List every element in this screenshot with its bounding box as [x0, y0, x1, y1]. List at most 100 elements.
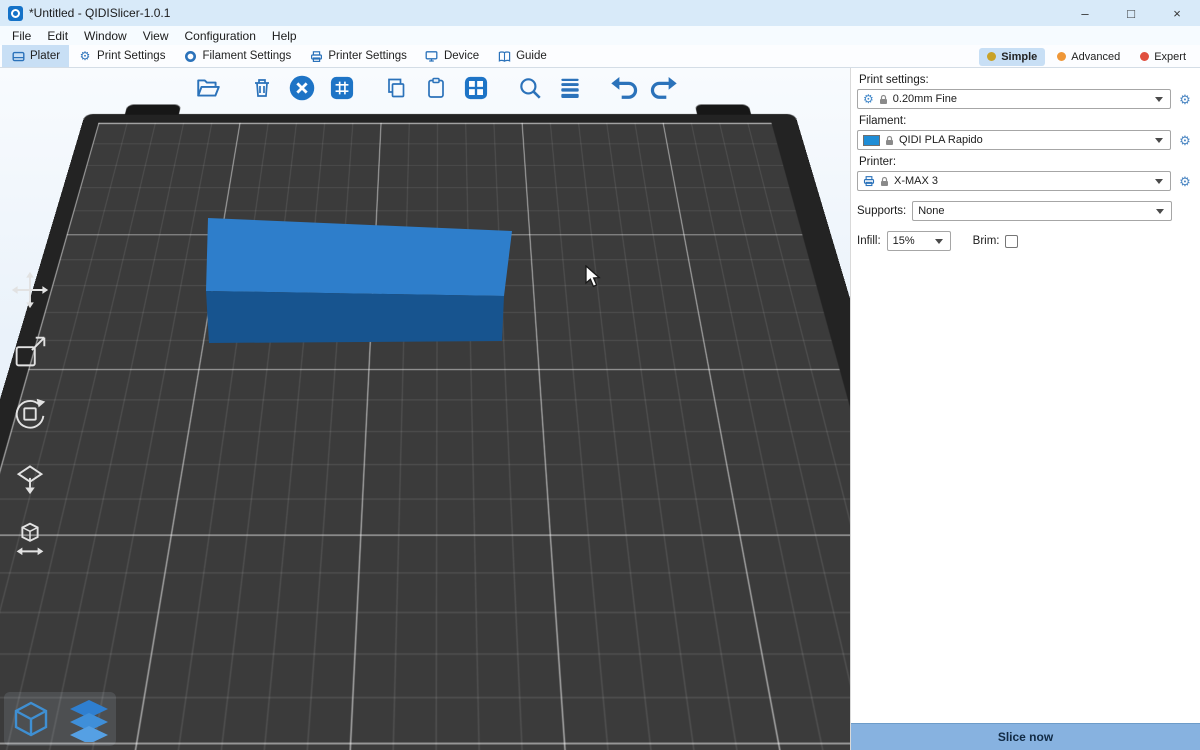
infill-combo[interactable]: 15%: [887, 231, 951, 251]
copy-icon: [384, 76, 408, 100]
maximize-button[interactable]: □: [1108, 0, 1154, 26]
open-project-button[interactable]: [192, 72, 224, 104]
undo-button[interactable]: [608, 72, 640, 104]
paste-icon: [424, 76, 448, 100]
infill-label: Infill:: [857, 235, 881, 247]
minimize-button[interactable]: –: [1062, 0, 1108, 26]
mouse-cursor: [584, 265, 602, 296]
view-toolbar: [4, 692, 116, 746]
tab-plater[interactable]: Plater: [2, 45, 69, 67]
redo-button[interactable]: [648, 72, 680, 104]
print-settings-edit-button[interactable]: ⚙: [1176, 93, 1194, 106]
trash-icon: [250, 76, 274, 100]
model-object[interactable]: [206, 291, 504, 343]
tab-label: Filament Settings: [202, 50, 291, 62]
tab-print-settings[interactable]: ⚙ Print Settings: [69, 45, 174, 67]
menu-help[interactable]: Help: [264, 26, 305, 45]
menu-configuration[interactable]: Configuration: [177, 26, 264, 45]
3d-editor-view-button[interactable]: [6, 694, 56, 744]
supports-label: Supports:: [857, 205, 906, 217]
close-button[interactable]: ×: [1154, 0, 1200, 26]
gizmo-toolbar: [6, 266, 54, 562]
menu-window[interactable]: Window: [76, 26, 135, 45]
mode-label: Simple: [1001, 51, 1037, 63]
mode-advanced[interactable]: Advanced: [1049, 48, 1128, 66]
menu-bar: File Edit Window View Configuration Help: [0, 26, 1200, 45]
print-settings-row: ⚙ 0.20mm Fine ⚙: [857, 89, 1194, 109]
move-icon: [9, 269, 51, 311]
copy-button[interactable]: [380, 72, 412, 104]
printer-edit-button[interactable]: ⚙: [1176, 175, 1194, 188]
brim-label: Brim:: [973, 235, 1000, 247]
paste-button[interactable]: [420, 72, 452, 104]
redo-icon: [649, 73, 679, 103]
arrange-button[interactable]: [326, 72, 358, 104]
brim-group: Brim:: [973, 235, 1018, 248]
mode-label: Expert: [1154, 51, 1186, 63]
place-on-face-icon: [9, 455, 51, 497]
move-button[interactable]: [6, 266, 54, 314]
app-window: *Untitled - QIDISlicer-1.0.1 – □ × File …: [0, 0, 1200, 750]
slice-now-button[interactable]: Slice now: [851, 723, 1200, 750]
main-area: Print settings: ⚙ 0.20mm Fine ⚙ Filament…: [0, 68, 1200, 750]
chevron-down-icon: [935, 239, 943, 244]
layer-height-icon: [557, 75, 583, 101]
tab-filament-settings[interactable]: Filament Settings: [174, 45, 300, 67]
supports-value: None: [918, 205, 944, 217]
tab-label: Device: [444, 50, 479, 62]
undo-icon: [609, 73, 639, 103]
filament-row: QIDI PLA Rapido ⚙: [857, 130, 1194, 150]
chevron-down-icon: [1155, 138, 1163, 143]
window-title: *Untitled - QIDISlicer-1.0.1: [29, 6, 170, 20]
brim-checkbox[interactable]: [1005, 235, 1018, 248]
filament-spool-icon: [183, 49, 197, 63]
3d-viewport: [0, 68, 850, 750]
print-settings-value: 0.20mm Fine: [893, 93, 957, 105]
tab-device[interactable]: Device: [416, 45, 488, 67]
chevron-down-icon: [1156, 209, 1164, 214]
variable-layer-height-button[interactable]: [554, 72, 586, 104]
tab-guide[interactable]: Guide: [488, 45, 556, 67]
filament-edit-button[interactable]: ⚙: [1176, 134, 1194, 147]
window-controls: – □ ×: [1062, 0, 1200, 26]
print-settings-combo[interactable]: ⚙ 0.20mm Fine: [857, 89, 1171, 109]
menu-view[interactable]: View: [135, 26, 177, 45]
printer-combo[interactable]: X-MAX 3: [857, 171, 1171, 191]
menu-file[interactable]: File: [4, 26, 39, 45]
slice-now-label: Slice now: [998, 730, 1053, 744]
mode-expert[interactable]: Expert: [1132, 48, 1194, 66]
supports-combo[interactable]: None: [912, 201, 1172, 221]
filament-color-swatch: [863, 135, 880, 146]
plater-icon: [11, 49, 25, 63]
3d-view-cube-icon: [9, 697, 53, 741]
mode-switcher: Simple Advanced Expert: [979, 46, 1194, 67]
menu-edit[interactable]: Edit: [39, 26, 76, 45]
title-bar: *Untitled - QIDISlicer-1.0.1 – □ ×: [0, 0, 1200, 26]
tab-printer-settings[interactable]: Printer Settings: [300, 45, 416, 67]
lock-icon: [880, 176, 889, 187]
chevron-down-icon: [1155, 97, 1163, 102]
infill-value: 15%: [893, 235, 915, 247]
delete-all-button[interactable]: [286, 72, 318, 104]
simple-mode-dot-icon: [987, 52, 996, 61]
split-to-objects-button[interactable]: [460, 72, 492, 104]
lock-icon: [879, 94, 888, 105]
mode-simple[interactable]: Simple: [979, 48, 1045, 66]
measure-button[interactable]: [6, 514, 54, 562]
preview-button[interactable]: [64, 694, 114, 744]
search-button[interactable]: [514, 72, 546, 104]
delete-button[interactable]: [246, 72, 278, 104]
model-object[interactable]: [206, 218, 512, 296]
rotate-button[interactable]: [6, 390, 54, 438]
scale-button[interactable]: [6, 328, 54, 376]
place-on-face-button[interactable]: [6, 452, 54, 500]
filament-combo[interactable]: QIDI PLA Rapido: [857, 130, 1171, 150]
plater-toolbar: [192, 72, 688, 104]
mode-label: Advanced: [1071, 51, 1120, 63]
advanced-mode-dot-icon: [1057, 52, 1066, 61]
settings-sidebar: Print settings: ⚙ 0.20mm Fine ⚙ Filament…: [850, 68, 1200, 750]
printer-row: X-MAX 3 ⚙: [857, 171, 1194, 191]
search-icon: [517, 75, 543, 101]
printer-icon: [309, 49, 323, 63]
printer-value: X-MAX 3: [894, 175, 938, 187]
